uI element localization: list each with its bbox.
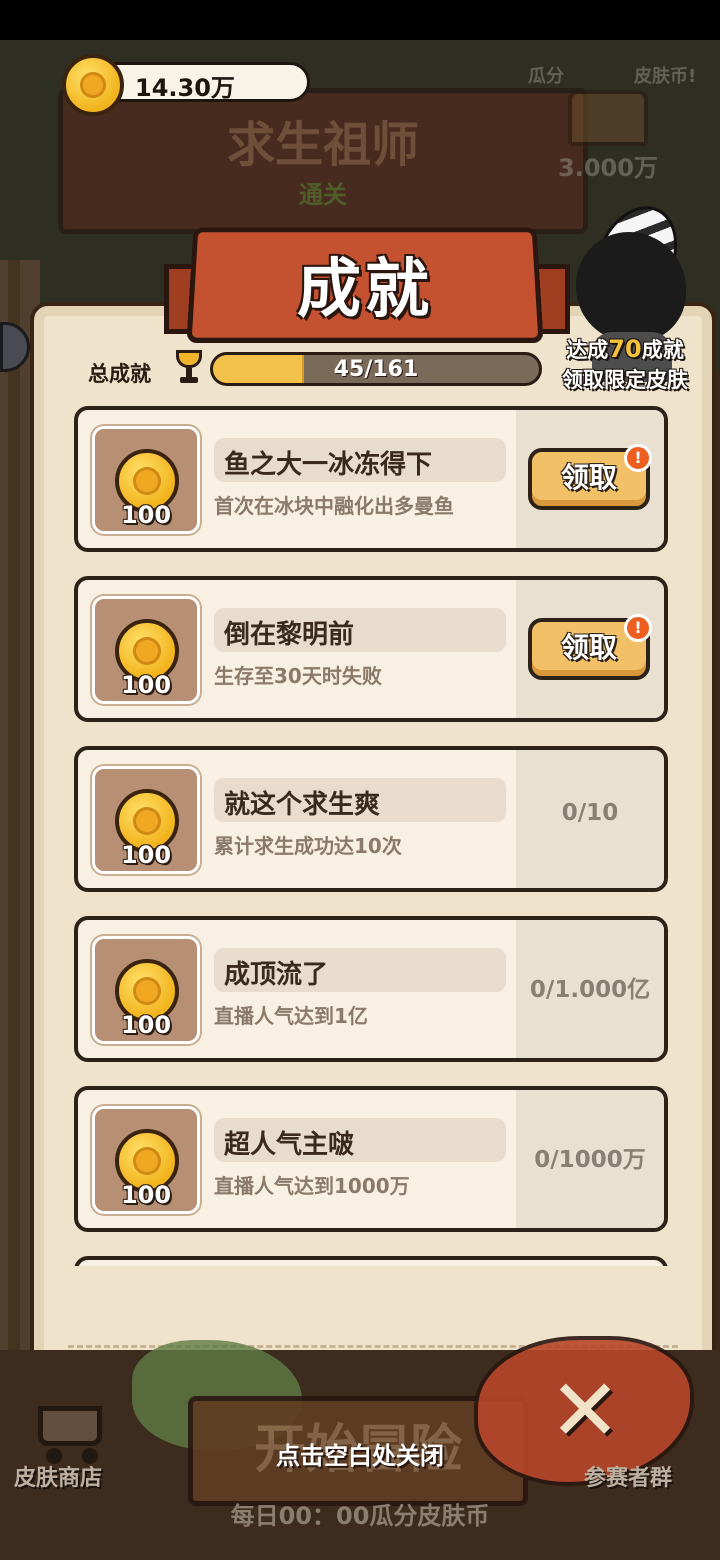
goal-number: 70 <box>608 335 642 363</box>
character-head <box>576 232 686 342</box>
chest-label-left: 瓜分 <box>528 66 564 87</box>
achievement-title: 成顶流了 <box>224 960 329 990</box>
reward-icon: 100 <box>92 766 200 874</box>
reward-amount: 100 <box>120 1011 172 1039</box>
achievement-title: 倒在黎明前 <box>224 620 355 650</box>
achievement-progress: 0/1.000亿 <box>529 977 651 1003</box>
total-progress-bar: 45/161 <box>210 352 542 386</box>
achievement-card: 100 鱼之大一冰冻得下 首次在冰块中融化出多曼鱼 领取 ! <box>74 406 668 552</box>
achievement-card-partial <box>74 1256 668 1266</box>
achievement-card: 100 超人气主啵 直播人气达到1000万 0/1000万 <box>74 1086 668 1232</box>
chest-label-right: 皮肤币! <box>634 66 697 87</box>
card-title-box: 倒在黎明前 <box>214 608 506 652</box>
reward-amount: 100 <box>120 841 172 869</box>
coin-icon <box>62 54 124 116</box>
trophy-icon <box>172 350 206 386</box>
card-title-box: 成顶流了 <box>214 948 506 992</box>
achievement-desc: 直播人气达到1000万 <box>214 1174 410 1198</box>
reward-icon: 100 <box>92 596 200 704</box>
reward-amount: 100 <box>120 501 172 529</box>
alert-badge-icon: ! <box>624 444 652 472</box>
dialog-title: 成就 <box>297 253 433 327</box>
goal-line-2: 领取限定皮肤 <box>562 368 688 392</box>
game-screen[interactable]: 求生祖师 通关 瓜分 皮肤币! 3.000万 14.30万 成就 达成70成就 … <box>0 40 720 1560</box>
treasure-chest: 瓜分 皮肤币! 3.000万 <box>528 62 708 202</box>
skin-shop-label[interactable]: 皮肤商店 <box>14 1460 102 1492</box>
achievement-title: 超人气主啵 <box>224 1130 355 1160</box>
total-achievement-label: 总成就 <box>88 362 151 386</box>
reward-amount: 100 <box>120 671 172 699</box>
daily-split-text: 每日00：00瓜分皮肤币 <box>230 1502 490 1530</box>
board-title: 求生祖师 <box>226 117 419 173</box>
background-signboard: 求生祖师 通关 <box>58 88 588 234</box>
skin-goal-text: 达成70成就 领取限定皮肤 <box>550 334 700 395</box>
shopping-cart-icon[interactable] <box>28 1396 110 1466</box>
achievement-progress: 0/1000万 <box>534 1147 646 1173</box>
goal-line-1: 达成70成就 <box>566 335 684 363</box>
achievement-progress: 0/10 <box>561 800 619 826</box>
achievement-desc: 累计求生成功达10次 <box>214 834 402 858</box>
reward-icon: 100 <box>92 1106 200 1214</box>
card-title-box: 鱼之大一冰冻得下 <box>214 438 506 482</box>
progress-text: 45/161 <box>333 357 419 382</box>
reward-icon: 100 <box>92 936 200 1044</box>
achievement-title: 就这个求生爽 <box>224 790 381 820</box>
achievement-card: 100 就这个求生爽 累计求生成功达10次 0/10 <box>74 746 668 892</box>
board-subtitle: 通关 <box>299 181 347 209</box>
achievement-card: 100 成顶流了 直播人气达到1亿 0/1.000亿 <box>74 916 668 1062</box>
card-title-box: 超人气主啵 <box>214 1118 506 1162</box>
chest-icon <box>568 90 648 146</box>
achievement-desc: 生存至30天时失败 <box>214 664 382 688</box>
coin-balance-value: 14.30万 <box>135 74 235 102</box>
achievement-card: 100 倒在黎明前 生存至30天时失败 领取 ! <box>74 576 668 722</box>
alert-badge-icon: ! <box>624 614 652 642</box>
reward-icon: 100 <box>92 426 200 534</box>
reward-amount: 100 <box>120 1181 172 1209</box>
card-title-box: 就这个求生爽 <box>214 778 506 822</box>
achievement-desc: 直播人气达到1亿 <box>214 1004 368 1028</box>
achievement-list[interactable]: 100 鱼之大一冰冻得下 首次在冰块中融化出多曼鱼 领取 ! 100 倒在黎明前… <box>74 406 668 1266</box>
achievement-desc: 首次在冰块中融化出多曼鱼 <box>214 494 454 518</box>
achievement-title: 鱼之大一冰冻得下 <box>224 450 433 480</box>
contestant-group-label[interactable]: 参赛者群 <box>584 1460 672 1492</box>
chest-amount: 3.000万 <box>558 154 658 182</box>
